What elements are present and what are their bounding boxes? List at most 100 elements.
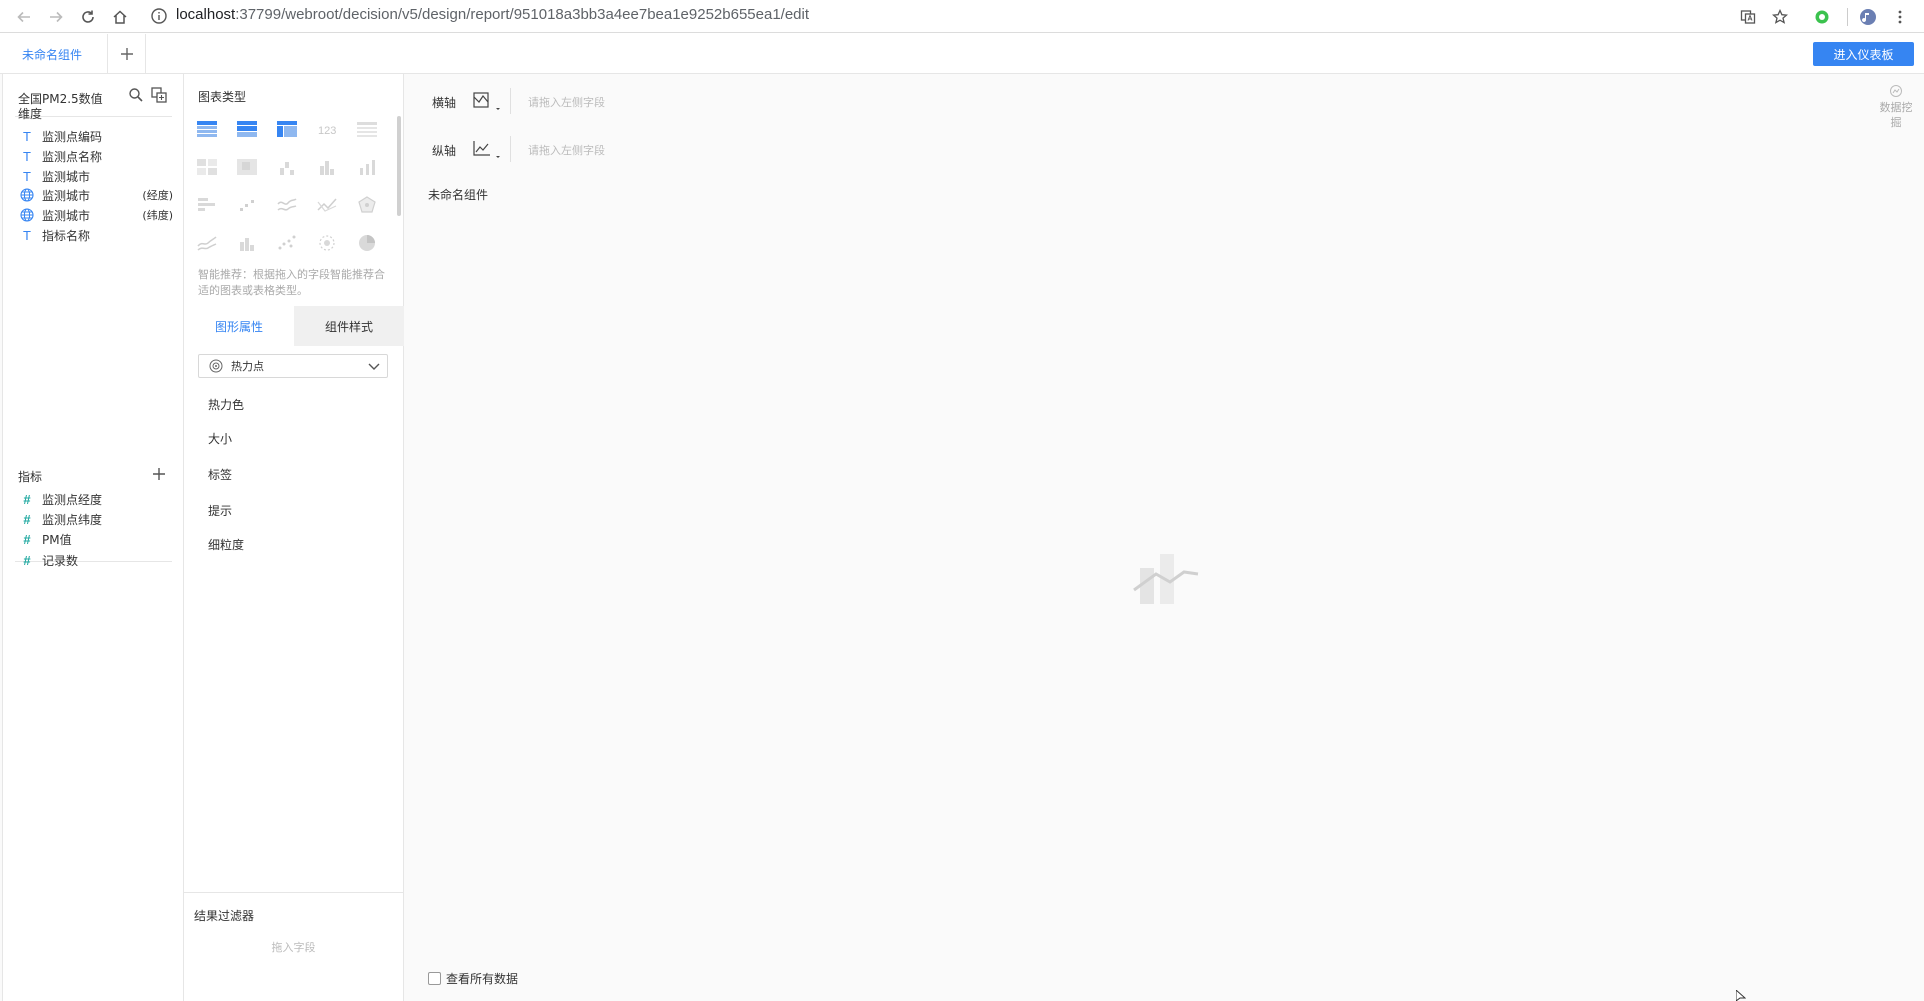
- tab-unnamed-component[interactable]: 未命名组件: [6, 34, 108, 74]
- empty-chart-placeholder-icon: [1130, 550, 1200, 606]
- bookmark-star-icon[interactable]: [1768, 5, 1792, 29]
- dimension-field[interactable]: T 监测点名称: [18, 146, 173, 166]
- search-icon[interactable]: [127, 86, 145, 104]
- table-icon[interactable]: [194, 116, 220, 142]
- scatter-chart-icon[interactable]: [274, 230, 300, 256]
- radar-chart-icon[interactable]: [354, 192, 380, 218]
- heat-point-icon[interactable]: [314, 230, 340, 256]
- extension-icon[interactable]: [1810, 5, 1834, 29]
- data-mining-button[interactable]: 数据挖掘: [1878, 84, 1914, 130]
- chart-type-scrollbar[interactable]: [397, 116, 401, 216]
- dimension-field[interactable]: T 监测城市: [18, 166, 173, 186]
- dot-chart-icon[interactable]: [234, 192, 260, 218]
- y-axis-shelf: 纵轴 请拖入左侧字段: [428, 136, 1828, 162]
- forward-icon[interactable]: [44, 5, 68, 29]
- divider: [510, 136, 511, 162]
- add-metric-button[interactable]: [151, 466, 167, 482]
- metric-field[interactable]: # PM值: [18, 529, 173, 549]
- tab-graph-properties[interactable]: 图形属性: [184, 306, 294, 346]
- pie-chart-icon[interactable]: [354, 230, 380, 256]
- dimension-field[interactable]: 监测城市 (经度): [18, 185, 173, 205]
- metric-field[interactable]: # 监测点纬度: [18, 509, 173, 529]
- plus-icon: [120, 48, 133, 60]
- view-all-checkbox[interactable]: [428, 972, 441, 985]
- dimension-field[interactable]: T 指标名称: [18, 225, 173, 245]
- home-icon[interactable]: [108, 5, 132, 29]
- component-title[interactable]: 未命名组件: [428, 186, 488, 203]
- divider: [510, 88, 511, 114]
- y-axis-drop-hint[interactable]: 请拖入左侧字段: [528, 142, 605, 158]
- property-tabs: 图形属性 组件样式: [184, 306, 404, 346]
- url-path: :37799/webroot/decision/v5/design/report…: [235, 6, 810, 23]
- chart-config-panel: 图表类型 123 智能推荐：根据拖入的字段智能推荐合适的图表或表格类型。 图形属…: [184, 74, 404, 1001]
- address-bar[interactable]: localhost:37799/webroot/decision/v5/desi…: [176, 6, 809, 23]
- field-label: 监测点名称: [42, 149, 103, 164]
- prop-granularity[interactable]: 细粒度: [208, 536, 244, 553]
- back-icon[interactable]: [12, 5, 36, 29]
- field-panel: 全国PM2.5数值 维度 T 监测点编码 T 监测点名称 T 监测城市 监测城市 (经度…: [3, 74, 184, 1001]
- x-axis-drop-hint[interactable]: 请拖入左侧字段: [528, 94, 605, 110]
- text-field-icon: T: [23, 148, 31, 164]
- field-label: 监测城市: [42, 208, 91, 223]
- stacked-bar-icon[interactable]: [274, 154, 300, 180]
- cross-table-icon[interactable]: [274, 116, 300, 142]
- column-chart-icon[interactable]: [354, 154, 380, 180]
- multi-line-icon[interactable]: [274, 192, 300, 218]
- bar-chart-icon[interactable]: [314, 154, 340, 180]
- x-axis-shelf: 横轴 请拖入左侧字段: [428, 88, 1828, 114]
- area-chart-icon[interactable]: [194, 230, 220, 256]
- prop-heat-color[interactable]: 热力色: [208, 396, 244, 413]
- number-field-icon: #: [23, 552, 31, 568]
- y-axis-label: 纵轴: [432, 144, 457, 158]
- chevron-down-icon: [368, 363, 380, 370]
- url-host: localhost: [176, 6, 236, 23]
- metric-field[interactable]: # 监测点经度: [18, 489, 173, 509]
- selected-subtype: 热力点: [231, 360, 264, 373]
- toolbar-divider: [1847, 8, 1848, 26]
- y-axis-type-icon[interactable]: [472, 138, 502, 160]
- chart-canvas: 横轴 请拖入左侧字段 纵轴 请拖入左侧字段 未命名组件 数据挖掘 查看所有数据: [404, 74, 1924, 1001]
- matrix-icon[interactable]: [194, 154, 220, 180]
- globe-icon: [18, 188, 36, 202]
- plus-icon: [153, 468, 165, 480]
- result-filter-section: 结果过滤器 拖入字段: [184, 892, 403, 1001]
- horizontal-bar-icon[interactable]: [194, 192, 220, 218]
- combo-bar-icon[interactable]: [234, 230, 260, 256]
- browser-menu-icon[interactable]: [1888, 5, 1912, 29]
- translate-icon[interactable]: [1736, 5, 1760, 29]
- add-tab-button[interactable]: [108, 34, 146, 74]
- metric-field[interactable]: # 记录数: [18, 550, 173, 570]
- smart-recommend-hint: 智能推荐：根据拖入的字段智能推荐合适的图表或表格类型。: [198, 268, 385, 297]
- heat-point-icon: [209, 359, 223, 373]
- grouped-table-icon[interactable]: [234, 116, 260, 142]
- chart-subtype-select[interactable]: 热力点: [198, 354, 388, 378]
- tab-component-style[interactable]: 组件样式: [294, 306, 404, 346]
- view-all-label: 查看所有数据: [446, 972, 519, 986]
- number-field-icon: #: [23, 511, 31, 527]
- prop-label[interactable]: 标签: [208, 466, 232, 483]
- x-axis-type-icon[interactable]: [472, 90, 502, 112]
- prop-size[interactable]: 大小: [208, 430, 232, 447]
- site-info-icon[interactable]: [150, 7, 168, 25]
- profile-avatar-icon[interactable]: [1856, 5, 1880, 29]
- heatmap-grid-icon[interactable]: [234, 154, 260, 180]
- component-tab-bar: 未命名组件 进入仪表板: [0, 34, 1924, 74]
- dimension-field[interactable]: T 监测点编码: [18, 126, 173, 146]
- browser-toolbar: localhost:37799/webroot/decision/v5/desi…: [0, 0, 1924, 33]
- enter-dashboard-button[interactable]: 进入仪表板: [1813, 42, 1914, 66]
- field-suffix: (纬度): [142, 209, 173, 222]
- filter-drop-zone[interactable]: 拖入字段: [184, 939, 403, 955]
- line-chart-icon[interactable]: [314, 192, 340, 218]
- field-label: 监测点经度: [42, 492, 103, 507]
- view-all-data-toggle[interactable]: 查看所有数据: [428, 970, 518, 987]
- reload-icon[interactable]: [76, 5, 100, 29]
- field-label: 监测点编码: [42, 129, 103, 144]
- text-field-icon: T: [23, 128, 31, 144]
- kpi-number-icon[interactable]: 123: [314, 116, 340, 142]
- metrics-title: 指标: [18, 470, 43, 484]
- detail-table-icon[interactable]: [354, 116, 380, 142]
- switch-datasource-icon[interactable]: [150, 86, 168, 104]
- prop-tooltip[interactable]: 提示: [208, 502, 232, 519]
- number-field-icon: #: [23, 491, 31, 507]
- dimension-field[interactable]: 监测城市 (纬度): [18, 205, 173, 225]
